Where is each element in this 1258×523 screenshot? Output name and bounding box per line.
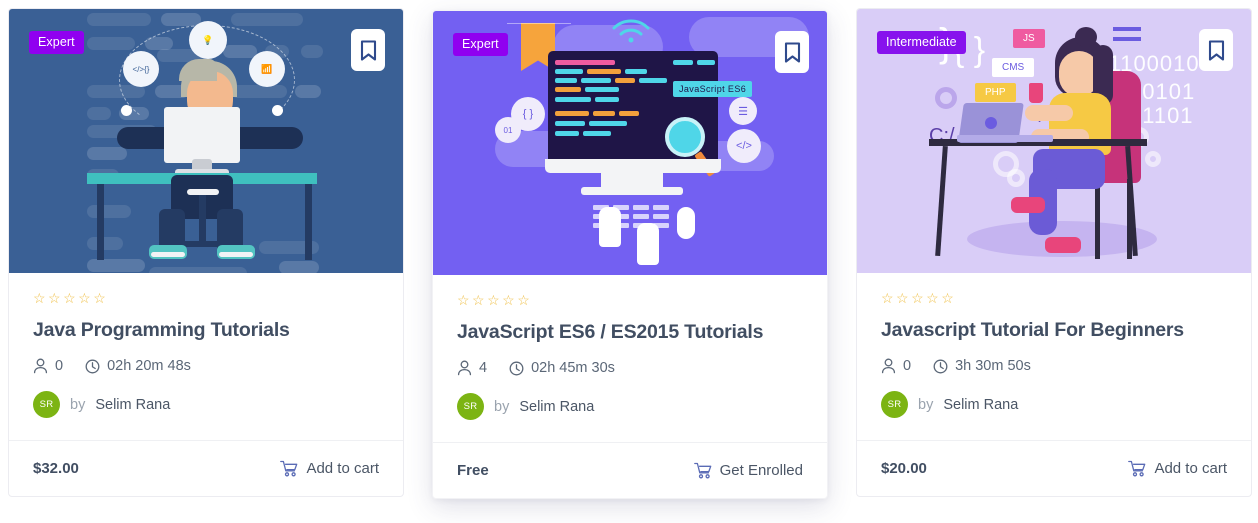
course-info: ☆☆☆☆☆ Java Programming Tutorials 0 02h 2… — [9, 273, 403, 440]
by-label: by — [494, 398, 510, 415]
by-label: by — [70, 396, 86, 413]
screen-label: JavaScript ES6 — [673, 81, 753, 97]
code-tag-icon: </> — [727, 129, 761, 163]
cart-icon — [1128, 461, 1146, 477]
php-tag: PHP — [975, 83, 1016, 102]
clock-icon — [933, 359, 948, 374]
rating-stars[interactable]: ☆☆☆☆☆ — [457, 293, 803, 307]
cart-icon — [280, 461, 298, 477]
course-title[interactable]: JavaScript ES6 / ES2015 Tutorials — [457, 320, 803, 344]
instructor-name[interactable]: Selim Rana — [95, 397, 170, 413]
course-card[interactable]: JavaScript ES6 { } 01 ☰ </> Expert ☆☆☆☆☆… — [432, 10, 828, 500]
network-icon: 📶 — [249, 51, 285, 87]
bookmark-icon — [360, 39, 376, 61]
course-price: $20.00 — [881, 460, 927, 478]
course-meta: 0 02h 20m 48s — [33, 358, 379, 374]
course-card[interactable]: } { } </> C:/ JS CMS PHP 11100010 00101 … — [856, 8, 1252, 498]
instructor-name[interactable]: Selim Rana — [519, 399, 594, 415]
clock-icon — [85, 359, 100, 374]
avatar: SR — [881, 391, 908, 419]
add-to-cart-button[interactable]: Add to cart — [280, 460, 379, 477]
instructor-row[interactable]: SR by Selim Rana — [457, 393, 803, 442]
bookmark-button[interactable] — [1199, 29, 1233, 71]
get-enrolled-button[interactable]: Get Enrolled — [693, 462, 803, 480]
instructor-row[interactable]: SR by Selim Rana — [33, 391, 379, 440]
js-tag: JS — [1013, 29, 1045, 48]
course-duration: 3h 30m 50s — [955, 358, 1031, 375]
bookmark-button[interactable] — [351, 29, 385, 71]
course-footer: Free Get Enrolled — [433, 442, 827, 498]
lines-icon: ☰ — [729, 97, 757, 125]
by-label: by — [918, 396, 934, 413]
cart-icon — [693, 463, 711, 479]
rating-stars[interactable]: ☆☆☆☆☆ — [881, 291, 1227, 305]
hand-icon — [637, 223, 659, 265]
action-label: Add to cart — [1154, 460, 1227, 478]
chat-bubble-icon: 01 — [495, 117, 521, 143]
course-footer: $32.00 Add to cart — [9, 440, 403, 496]
course-info: ☆☆☆☆☆ Javascript Tutorial For Beginners … — [857, 273, 1251, 440]
add-to-cart-button[interactable]: Add to cart — [1128, 460, 1227, 477]
course-price: $32.00 — [33, 460, 79, 478]
coffee-cup — [1029, 83, 1043, 103]
course-title[interactable]: Java Programming Tutorials — [33, 318, 379, 342]
student-count: 4 — [479, 360, 488, 377]
instructor-name[interactable]: Selim Rana — [943, 397, 1018, 413]
level-badge: Intermediate — [877, 31, 966, 54]
user-icon — [881, 358, 896, 374]
course-meta: 0 3h 30m 50s — [881, 358, 1227, 374]
course-thumbnail[interactable]: JavaScript ES6 { } 01 ☰ </> Expert — [433, 11, 827, 275]
course-info: ☆☆☆☆☆ JavaScript ES6 / ES2015 Tutorials … — [433, 275, 827, 442]
course-card-grid: 💡 </>{} 📶 Expert ☆☆☆☆☆ Java Programming … — [0, 0, 1258, 500]
level-badge: Expert — [453, 33, 508, 56]
avatar: SR — [457, 393, 484, 421]
avatar: SR — [33, 391, 60, 419]
rating-stars[interactable]: ☆☆☆☆☆ — [33, 291, 379, 305]
course-footer: $20.00 Add to cart — [857, 440, 1251, 496]
course-thumbnail[interactable]: 💡 </>{} 📶 Expert — [9, 9, 403, 273]
course-thumbnail[interactable]: } { } </> C:/ JS CMS PHP 11100010 00101 … — [857, 9, 1251, 273]
lightbulb-icon: 💡 — [189, 21, 227, 59]
course-card[interactable]: 💡 </>{} 📶 Expert ☆☆☆☆☆ Java Programming … — [8, 8, 404, 498]
cms-tag: CMS — [992, 58, 1035, 77]
hand-icon — [599, 207, 621, 247]
user-icon — [457, 360, 472, 376]
clock-icon — [509, 361, 524, 376]
bookmark-icon — [1208, 39, 1224, 61]
action-label: Add to cart — [306, 460, 379, 478]
course-duration: 02h 45m 30s — [531, 360, 615, 377]
bookmark-button[interactable] — [775, 31, 809, 73]
course-title[interactable]: Javascript Tutorial For Beginners — [881, 318, 1227, 342]
bookmark-icon — [784, 41, 800, 63]
course-duration: 02h 20m 48s — [107, 358, 191, 375]
wifi-icon — [612, 19, 650, 43]
action-label: Get Enrolled — [719, 462, 803, 480]
student-count: 0 — [903, 358, 912, 375]
user-icon — [33, 358, 48, 374]
instructor-row[interactable]: SR by Selim Rana — [881, 391, 1227, 440]
code-icon: </>{} — [123, 51, 159, 87]
course-price: Free — [457, 462, 489, 480]
level-badge: Expert — [29, 31, 84, 54]
student-count: 0 — [55, 358, 64, 375]
course-meta: 4 02h 45m 30s — [457, 360, 803, 376]
mouse-icon — [677, 207, 695, 239]
